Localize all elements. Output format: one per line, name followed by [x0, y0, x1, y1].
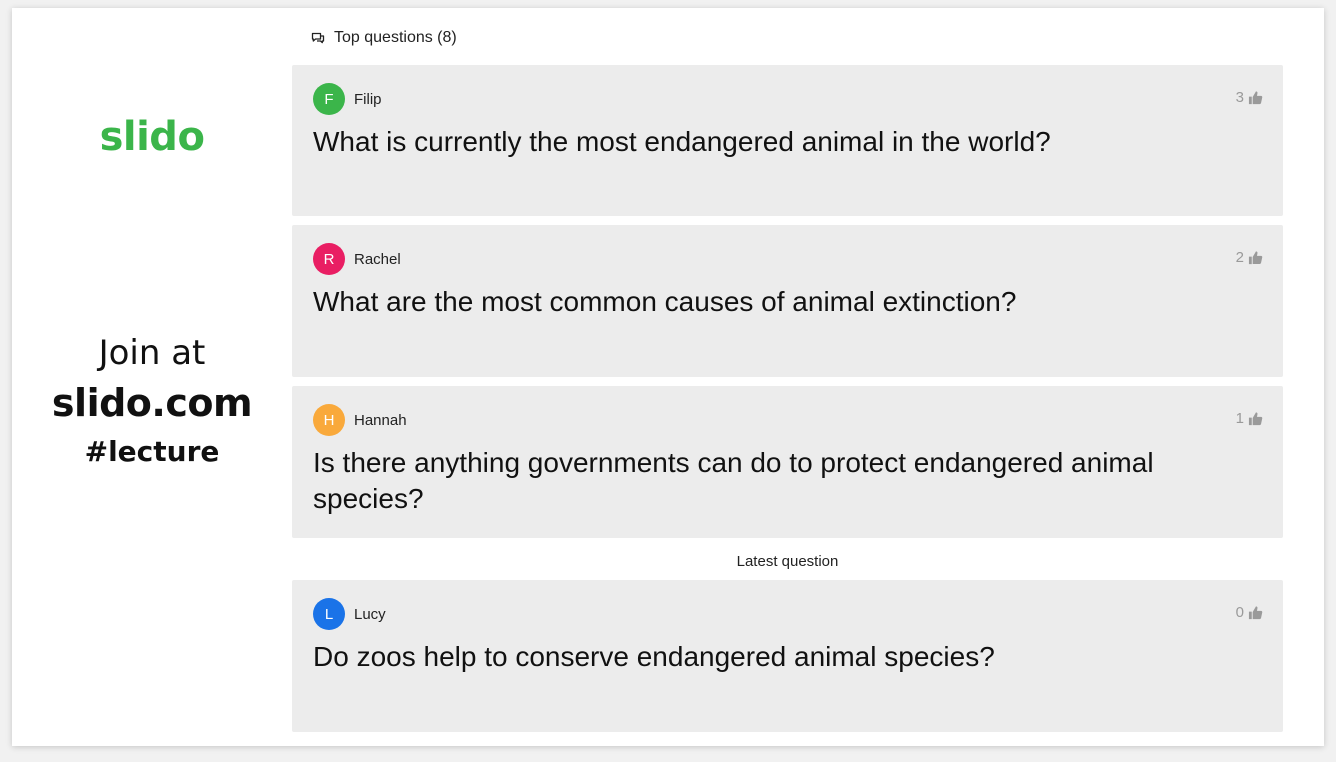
like-count[interactable]: 0: [1236, 604, 1263, 621]
latest-question-label: Latest question: [736, 553, 839, 570]
like-count[interactable]: 2: [1236, 249, 1263, 266]
question-author: F Filip: [313, 83, 382, 115]
avatar: H: [313, 404, 345, 436]
question-card[interactable]: F Filip 3 What is currently the most end…: [292, 65, 1283, 216]
event-code: #lecture: [84, 435, 220, 468]
question-text: What are the most common causes of anima…: [313, 286, 1017, 317]
thumbs-up-icon[interactable]: [1248, 605, 1263, 620]
like-count-value: 1: [1235, 410, 1244, 427]
slido-presentation-frame: slido Join at slido.com #lecture Top que…: [12, 8, 1324, 746]
join-text: Join at: [98, 333, 206, 373]
author-name: Filip: [354, 90, 382, 108]
author-name: Hannah: [354, 411, 407, 429]
question-card[interactable]: H Hannah 1 Is there anything governments…: [292, 386, 1283, 538]
avatar: F: [313, 83, 345, 115]
latest-question-card[interactable]: L Lucy 0 Do zoos help to conserve endang…: [292, 580, 1283, 732]
join-panel: slido Join at slido.com #lecture: [12, 8, 292, 746]
like-count-value: 2: [1235, 249, 1244, 266]
question-text: What is currently the most endangered an…: [313, 126, 1051, 157]
avatar: L: [313, 598, 345, 630]
avatar: R: [313, 243, 345, 275]
author-name: Rachel: [354, 250, 401, 268]
chat-bubbles-icon: [310, 30, 326, 46]
like-count[interactable]: 3: [1236, 89, 1263, 106]
thumbs-up-icon[interactable]: [1248, 411, 1263, 426]
join-instructions: Join at slido.com #lecture: [12, 332, 292, 472]
thumbs-up-icon[interactable]: [1248, 250, 1263, 265]
top-questions-title: Top questions (8): [334, 29, 457, 46]
question-text: Do zoos help to conserve endangered anim…: [313, 641, 995, 672]
question-author: L Lucy: [313, 598, 386, 630]
question-card[interactable]: R Rachel 2 What are the most common caus…: [292, 225, 1283, 377]
thumbs-up-icon[interactable]: [1248, 90, 1263, 105]
author-name: Lucy: [354, 605, 386, 623]
question-author: R Rachel: [313, 243, 401, 275]
question-text: Is there anything governments can do to …: [313, 447, 1154, 514]
top-questions-header: Top questions (8): [310, 26, 457, 50]
like-count-value: 0: [1235, 604, 1244, 621]
question-author: H Hannah: [313, 404, 407, 436]
like-count[interactable]: 1: [1236, 410, 1263, 427]
like-count-value: 3: [1235, 89, 1244, 106]
slido-logo: slido: [99, 114, 205, 160]
join-url: slido.com: [51, 381, 253, 425]
